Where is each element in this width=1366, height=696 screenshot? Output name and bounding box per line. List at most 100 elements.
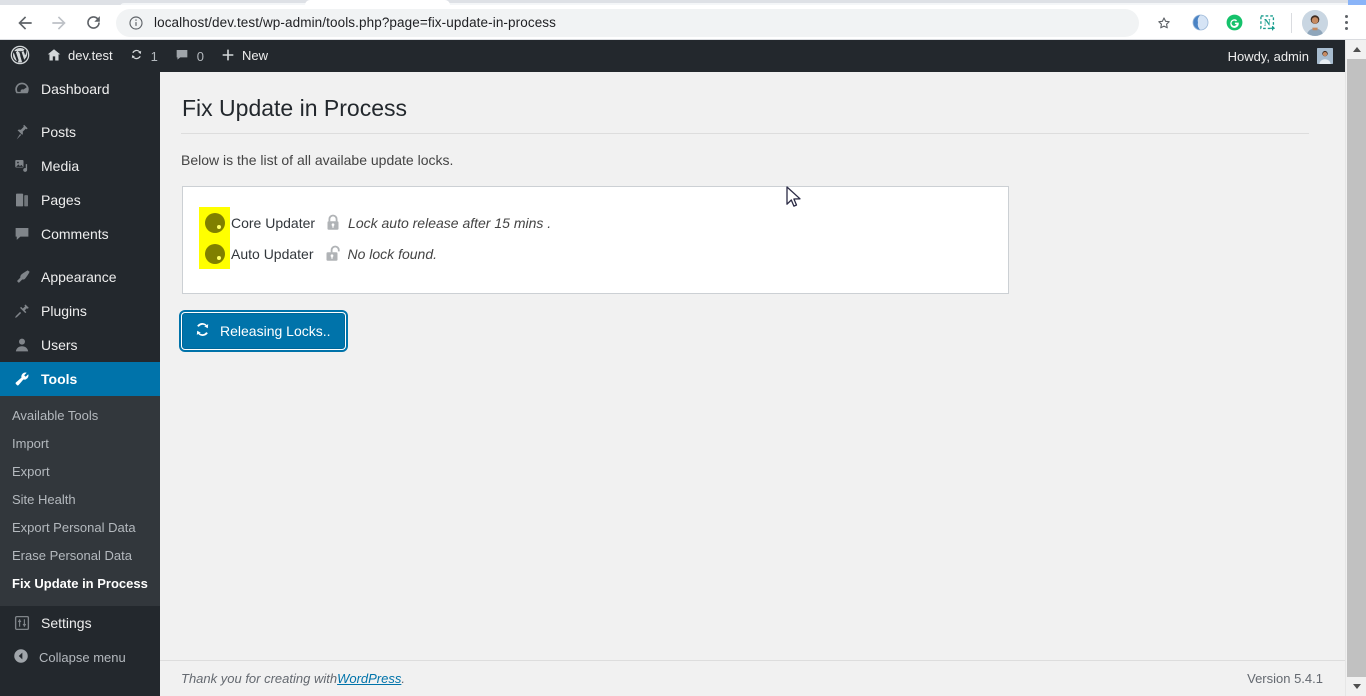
media-icon bbox=[12, 156, 32, 176]
adminbar-new-content[interactable]: New bbox=[212, 40, 276, 72]
sidebar-item-comments[interactable]: Comments bbox=[0, 217, 160, 251]
sidebar-label: Posts bbox=[41, 124, 77, 140]
pages-icon bbox=[12, 190, 32, 210]
spinner-refresh-icon bbox=[194, 321, 211, 341]
adminbar-updates[interactable]: 1 bbox=[121, 40, 166, 72]
wrench-icon bbox=[12, 369, 32, 389]
footer-period: . bbox=[401, 671, 405, 686]
sidebar-label: Settings bbox=[41, 615, 92, 631]
sidebar-item-tools[interactable]: Tools bbox=[0, 362, 160, 396]
wordpress-version: Version 5.4.1 bbox=[1247, 671, 1323, 686]
adminbar-comment-count: 0 bbox=[196, 48, 205, 64]
forward-arrow-icon[interactable] bbox=[42, 6, 76, 40]
sidebar-item-posts[interactable]: Posts bbox=[0, 115, 160, 149]
admin-avatar bbox=[1317, 48, 1333, 64]
plus-icon bbox=[220, 47, 236, 66]
scrollbar-up-arrow-icon[interactable] bbox=[1346, 40, 1366, 59]
admin-sidebar-menu: Dashboard Posts Media Pages Comments App… bbox=[0, 72, 160, 696]
adminbar-wordpress-logo[interactable] bbox=[0, 40, 38, 72]
tools-submenu: Available Tools Import Export Site Healt… bbox=[0, 396, 160, 606]
sidebar-label: Users bbox=[41, 337, 78, 353]
list-bullet-icon bbox=[205, 243, 225, 264]
sidebar-label: Dashboard bbox=[41, 81, 110, 97]
sidebar-item-appearance[interactable]: Appearance bbox=[0, 260, 160, 294]
adminbar-howdy-text: Howdy, admin bbox=[1227, 48, 1309, 64]
collapse-arrow-icon bbox=[12, 647, 30, 668]
wp-admin-bar: dev.test 1 0 New Howdy, admin bbox=[0, 40, 1345, 72]
sidebar-label: Appearance bbox=[41, 269, 117, 285]
update-arrows-icon bbox=[129, 47, 144, 65]
adminbar-site-name[interactable]: dev.test bbox=[38, 40, 121, 72]
admin-footer: Thank you for creating with WordPress . … bbox=[160, 660, 1345, 696]
page-scrollbar[interactable] bbox=[1345, 40, 1366, 696]
sidebar-divider bbox=[0, 106, 160, 115]
sidebar-label: Plugins bbox=[41, 303, 87, 319]
sidebar-item-dashboard[interactable]: Dashboard bbox=[0, 72, 160, 106]
back-arrow-icon[interactable] bbox=[8, 6, 42, 40]
svg-text:N: N bbox=[1264, 17, 1271, 27]
adminbar-new-label: New bbox=[242, 48, 269, 63]
adminbar-update-count: 1 bbox=[150, 48, 158, 64]
adminbar-account-area[interactable]: Howdy, admin bbox=[1228, 48, 1345, 64]
chrome-profile-avatar[interactable] bbox=[1302, 9, 1328, 36]
comment-bubble-icon bbox=[12, 224, 32, 244]
lock-row: Auto Updater No lock found. bbox=[199, 238, 437, 269]
url-text: localhost/dev.test/wp-admin/tools.php?pa… bbox=[154, 15, 556, 30]
lock-name: Auto Updater bbox=[231, 245, 314, 262]
scrollbar-thumb[interactable] bbox=[1347, 59, 1366, 677]
submenu-item-export-personal-data[interactable]: Export Personal Data bbox=[0, 514, 160, 542]
sidebar-item-media[interactable]: Media bbox=[0, 149, 160, 183]
releasing-locks-button[interactable]: Releasing Locks.. bbox=[182, 313, 345, 349]
info-circle-icon[interactable] bbox=[128, 15, 144, 31]
browser-toolbar: localhost/dev.test/wp-admin/tools.php?pa… bbox=[0, 5, 1366, 40]
padlock-locked-icon bbox=[326, 214, 340, 231]
sidebar-item-settings[interactable]: Settings bbox=[0, 606, 160, 640]
sidebar-label: Media bbox=[41, 158, 80, 174]
extension-icon-blue-orb[interactable] bbox=[1185, 8, 1215, 38]
intro-text: Below is the list of all availabe update… bbox=[181, 151, 454, 168]
toolbar-divider bbox=[1291, 12, 1292, 33]
star-bookmark-icon[interactable] bbox=[1149, 8, 1179, 38]
submenu-item-fix-update-in-process[interactable]: Fix Update in Process bbox=[0, 570, 160, 598]
submenu-item-import[interactable]: Import bbox=[0, 430, 160, 458]
wordpress-logo-icon bbox=[10, 45, 30, 68]
submenu-item-available-tools[interactable]: Available Tools bbox=[0, 402, 160, 430]
comment-bubble-icon bbox=[174, 47, 190, 66]
sidebar-label: Comments bbox=[41, 226, 109, 242]
sidebar-item-pages[interactable]: Pages bbox=[0, 183, 160, 217]
browser-chrome: localhost/dev.test/wp-admin/tools.php?pa… bbox=[0, 0, 1366, 40]
scrollbar-down-arrow-icon[interactable] bbox=[1346, 677, 1366, 696]
lock-status-text: Lock auto release after 15 mins . bbox=[348, 214, 552, 231]
update-locks-panel: Core Updater Lock auto release after 15 … bbox=[182, 186, 1009, 294]
releasing-locks-button-label: Releasing Locks.. bbox=[220, 323, 331, 339]
sidebar-item-users[interactable]: Users bbox=[0, 328, 160, 362]
paintbrush-icon bbox=[12, 267, 32, 287]
grammarly-extension-icon[interactable] bbox=[1219, 8, 1249, 38]
footer-thanks-text: Thank you for creating with bbox=[181, 671, 338, 686]
collapse-menu-label: Collapse menu bbox=[39, 649, 126, 665]
chrome-three-dot-menu-icon[interactable] bbox=[1332, 8, 1360, 38]
notion-web-clipper-icon[interactable]: N bbox=[1253, 8, 1283, 38]
home-icon bbox=[46, 47, 62, 66]
omnibox-url-bar[interactable]: localhost/dev.test/wp-admin/tools.php?pa… bbox=[116, 8, 1139, 37]
lock-row: Core Updater Lock auto release after 15 … bbox=[199, 207, 551, 238]
collapse-menu-button[interactable]: Collapse menu bbox=[0, 640, 160, 674]
settings-sliders-icon bbox=[12, 613, 32, 633]
sidebar-item-plugins[interactable]: Plugins bbox=[0, 294, 160, 328]
admin-content-area: Fix Update in Process Below is the list … bbox=[160, 72, 1345, 696]
user-icon bbox=[12, 335, 32, 355]
submenu-item-erase-personal-data[interactable]: Erase Personal Data bbox=[0, 542, 160, 570]
submenu-item-export[interactable]: Export bbox=[0, 458, 160, 486]
submenu-item-site-health[interactable]: Site Health bbox=[0, 486, 160, 514]
page-title: Fix Update in Process bbox=[182, 95, 407, 121]
wordpress-link[interactable]: WordPress bbox=[337, 671, 401, 686]
reload-icon[interactable] bbox=[76, 6, 110, 40]
dashboard-icon bbox=[12, 79, 32, 99]
sidebar-label: Tools bbox=[41, 371, 78, 387]
sidebar-label: Pages bbox=[41, 192, 81, 208]
lock-name: Core Updater bbox=[231, 214, 316, 231]
list-bullet-icon bbox=[205, 212, 225, 233]
sidebar-divider bbox=[0, 251, 160, 260]
adminbar-comments[interactable]: 0 bbox=[166, 40, 212, 72]
plug-icon bbox=[12, 301, 32, 321]
